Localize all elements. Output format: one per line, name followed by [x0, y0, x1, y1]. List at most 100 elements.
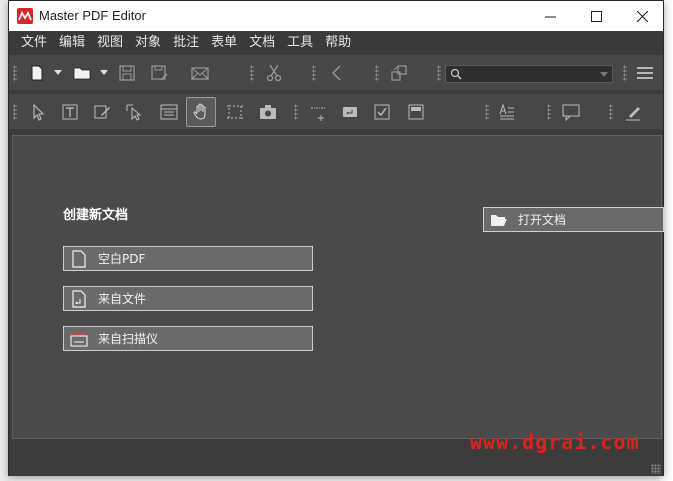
back-button[interactable]	[325, 61, 349, 85]
select-tool[interactable]	[26, 100, 50, 124]
cursor-arrow-icon	[33, 103, 45, 121]
toolbar-grip[interactable]	[437, 65, 441, 81]
chevron-down-icon	[100, 69, 108, 75]
email-button[interactable]	[188, 61, 212, 85]
toolbar-grip[interactable]	[609, 104, 613, 120]
hamburger-icon	[637, 67, 653, 79]
hand-icon	[193, 103, 206, 120]
toolbar-grip[interactable]	[294, 104, 298, 120]
text-tool-2[interactable]	[495, 100, 519, 124]
menu-edit[interactable]: 编辑	[53, 31, 91, 54]
toolbar-grip[interactable]	[485, 104, 489, 120]
search-icon	[450, 68, 462, 80]
maximize-icon	[590, 10, 602, 22]
menu-view[interactable]: 视图	[91, 31, 129, 54]
blank-pdf-button[interactable]: 空白PDF	[63, 246, 313, 271]
edit-object-tool[interactable]	[122, 100, 146, 124]
menu-document[interactable]: 文档	[243, 31, 281, 54]
listbox-icon	[408, 104, 424, 120]
text-lines-icon	[499, 103, 514, 120]
edit-text-tool[interactable]	[90, 100, 114, 124]
link-add-icon	[311, 107, 325, 121]
text-tool[interactable]	[58, 100, 82, 124]
scissors-icon	[266, 64, 282, 82]
form-icon	[160, 104, 178, 120]
blank-pdf-label: 空白PDF	[98, 252, 146, 266]
minimize-button[interactable]	[527, 1, 573, 31]
menu-tools[interactable]: 工具	[281, 31, 319, 54]
open-folder-icon	[490, 211, 508, 229]
menu-comment[interactable]: 批注	[167, 31, 205, 54]
from-file-label: 来自文件	[98, 292, 147, 306]
page-from-file-icon	[70, 289, 88, 308]
crop-button[interactable]	[387, 61, 411, 85]
edit-icon	[94, 105, 110, 119]
new-document-dropdown[interactable]	[54, 67, 62, 77]
email-icon	[191, 67, 209, 80]
app-logo-icon	[17, 8, 33, 24]
main-toolbar	[9, 54, 663, 90]
toolbar-grip[interactable]	[312, 65, 316, 81]
toolbar-grip[interactable]	[375, 65, 379, 81]
title-bar: Master PDF Editor	[9, 1, 663, 31]
search-box[interactable]	[445, 65, 613, 83]
comment-tool[interactable]	[559, 100, 583, 124]
menu-object[interactable]: 对象	[129, 31, 167, 54]
start-page: 创建新文档 空白PDF 来自文件 来自扫描仪 打开文档	[12, 135, 664, 439]
form-button-icon	[343, 107, 357, 117]
button-tool[interactable]	[338, 100, 362, 124]
new-document-icon	[31, 65, 43, 81]
folder-icon	[73, 67, 91, 80]
open-dropdown[interactable]	[100, 67, 108, 77]
from-file-button[interactable]: 来自文件	[63, 286, 313, 311]
listbox-tool[interactable]	[404, 100, 428, 124]
open-document-button[interactable]: 打开文档	[483, 207, 664, 232]
toolbar-grip[interactable]	[547, 104, 551, 120]
toolbar-grip[interactable]	[623, 65, 627, 81]
toolbar-grip[interactable]	[250, 65, 254, 81]
save-button[interactable]	[115, 61, 139, 85]
checkbox-icon	[374, 104, 390, 120]
hand-tool[interactable]	[186, 97, 216, 127]
marker-icon	[626, 107, 640, 121]
camera-icon	[260, 105, 276, 119]
menu-file[interactable]: 文件	[15, 31, 53, 54]
chevron-left-icon	[332, 65, 341, 81]
menu-button[interactable]	[633, 61, 657, 85]
text-cursor-icon	[62, 104, 78, 120]
open-document-label: 打开文档	[518, 213, 567, 227]
close-button[interactable]	[619, 1, 665, 31]
open-button[interactable]	[70, 61, 94, 85]
scanner-icon	[70, 330, 88, 348]
app-window: Master PDF Editor 文件 编辑 视图 对象 批注 表单 文档 工…	[8, 0, 664, 476]
from-scanner-button[interactable]: 来自扫描仪	[63, 326, 313, 351]
snapshot-tool[interactable]	[256, 100, 280, 124]
toolbar-grip[interactable]	[13, 104, 17, 120]
save-icon	[119, 65, 135, 81]
highlight-tool[interactable]	[621, 100, 645, 124]
add-link-tool[interactable]	[306, 100, 330, 124]
toolbar-grip[interactable]	[13, 65, 17, 81]
close-icon	[636, 10, 648, 22]
object-cursor-icon	[126, 104, 142, 121]
checkbox-tool[interactable]	[370, 100, 394, 124]
save-as-button[interactable]	[147, 61, 171, 85]
maximize-button[interactable]	[573, 1, 619, 31]
menu-form[interactable]: 表单	[205, 31, 243, 54]
chevron-down-icon	[54, 69, 62, 75]
marquee-icon	[227, 105, 243, 119]
resize-grip[interactable]	[651, 464, 661, 474]
form-tool[interactable]	[157, 100, 181, 124]
comment-icon	[562, 104, 580, 122]
select-area-tool[interactable]	[223, 100, 247, 124]
cut-button[interactable]	[262, 61, 286, 85]
crop-icon	[391, 65, 407, 81]
chevron-down-icon[interactable]	[600, 70, 608, 78]
save-as-icon	[151, 65, 168, 81]
from-scanner-label: 来自扫描仪	[98, 332, 159, 346]
menu-help[interactable]: 帮助	[319, 31, 357, 54]
window-title: Master PDF Editor	[39, 8, 146, 23]
new-document-button[interactable]	[25, 61, 49, 85]
minimize-icon	[544, 16, 556, 17]
blank-page-icon	[70, 249, 88, 268]
